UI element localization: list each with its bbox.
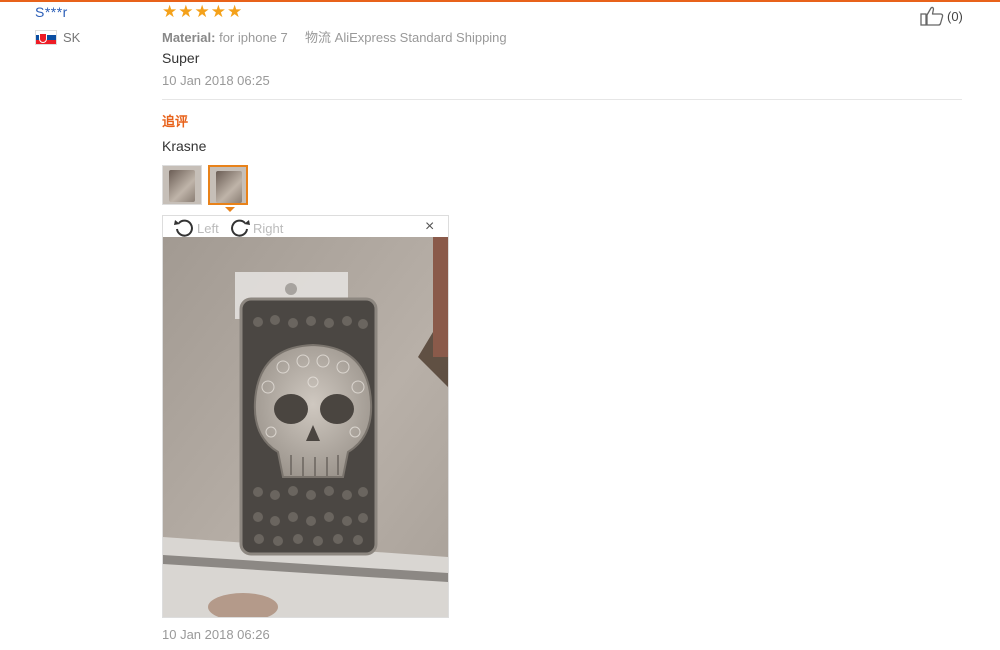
material-value: for iphone 7	[219, 30, 288, 45]
shipping-label: 物流	[305, 30, 332, 45]
close-viewer-button[interactable]: ×	[425, 218, 434, 236]
material-label: Material:	[162, 30, 216, 45]
viewer-toolbar: Left Right ×	[163, 216, 448, 237]
selected-thumbnail-caret	[225, 207, 235, 212]
country-code: SK	[63, 30, 81, 45]
star-icon: ★	[178, 2, 194, 21]
followup-text: Krasne	[162, 138, 207, 154]
star-icon: ★	[162, 2, 178, 21]
review-text: Super	[162, 50, 200, 66]
helpful-count: (0)	[947, 8, 963, 24]
star-icon: ★	[227, 2, 243, 21]
star-icon: ★	[194, 2, 210, 21]
review-date: 10 Jan 2018 06:25	[162, 73, 270, 88]
helpful-button[interactable]: (0)	[920, 6, 963, 26]
followup-date: 10 Jan 2018 06:26	[162, 627, 270, 642]
reviewer-name[interactable]: S***r	[35, 4, 68, 20]
reviewer-country: SK	[35, 30, 80, 45]
review-photo	[163, 237, 448, 617]
followup-heading: 追评	[162, 114, 189, 129]
divider	[162, 99, 962, 100]
slovakia-flag-icon	[35, 30, 57, 45]
star-rating: ★ ★ ★ ★ ★	[162, 3, 242, 21]
phone-case-photo	[163, 237, 448, 617]
star-icon: ★	[210, 2, 226, 21]
shipping-value: AliExpress Standard Shipping	[334, 30, 507, 45]
review-photo-thumbnail-selected[interactable]	[208, 165, 248, 205]
thumbs-up-icon[interactable]	[920, 6, 944, 26]
rotate-right-label[interactable]: Right	[253, 221, 283, 236]
rotate-left-label[interactable]: Left	[197, 221, 219, 236]
order-info: Material: for iphone 7 物流 AliExpress Sta…	[162, 27, 507, 46]
photo-viewer: Left Right ×	[162, 215, 449, 618]
review-photo-thumbnail[interactable]	[162, 165, 202, 205]
top-accent-rule	[0, 0, 1000, 2]
